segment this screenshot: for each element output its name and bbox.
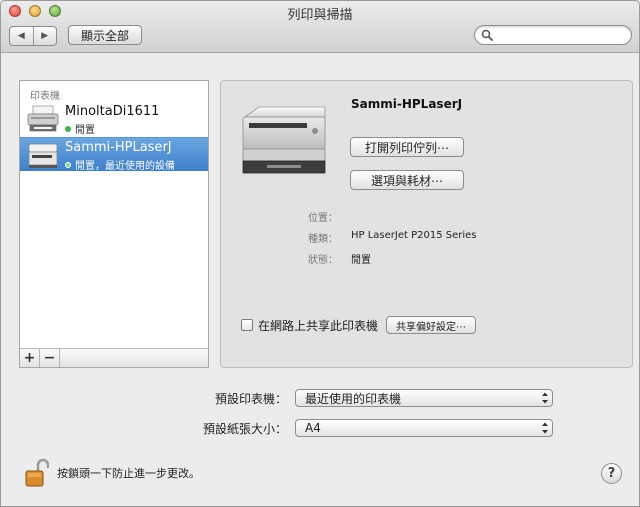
share-printer-label[interactable]: 在網路上共享此印表機 [258,317,378,334]
default-printer-value: 最近使用的印表機 [305,391,402,406]
status-dot-icon [65,161,71,168]
default-printer-label: 預設印表機： [214,392,287,406]
show-all-button[interactable]: 顯示全部 [68,25,142,45]
printer-detail-panel: Sammi-HPLaserJ 打開列印佇列⋯ 選項與耗材⋯ 位置： 種類： HP… [220,80,633,368]
search-input[interactable] [495,27,625,43]
location-label: 位置： [308,213,338,224]
lock-area: 按鎖頭一下防止進一步更改。 [25,458,200,488]
printer-status: 閒置 [65,121,95,136]
chevron-left-icon: ◀ [17,31,25,41]
printer-name: MinoltaDi1611 [65,104,160,119]
printer-list-item[interactable]: MinoltaDi1611 閒置 [20,102,208,136]
search-field[interactable] [474,25,632,45]
back-forward-control: ◀ ▶ [9,26,57,46]
default-paper-popup[interactable]: A4 [295,419,553,437]
printer-icon [28,143,58,168]
printer-name: Sammi-HPLaserJ [65,140,172,155]
chevron-right-icon: ▶ [41,31,49,41]
remove-printer-button[interactable]: − [40,349,60,367]
printer-list-header: 印表機 [30,91,60,102]
kind-value: HP LaserJet P2015 Series [351,230,477,241]
search-icon [481,29,493,41]
back-button[interactable]: ◀ [10,27,33,45]
default-paper-label: 預設紙張大小： [202,422,287,436]
kind-label: 種類： [308,234,338,245]
laser-printer-icon [242,106,326,174]
printer-list-item-selected[interactable]: Sammi-HPLaserJ 閒置，最近使用的設備 [20,137,208,172]
share-printer-row: 在網路上共享此印表機 共享偏好設定⋯ [241,316,477,334]
status-value: 閒置 [351,255,371,266]
lock-open-icon[interactable] [25,458,49,488]
options-supplies-button[interactable]: 選項與耗材⋯ [350,170,464,190]
printer-list-footer: + − [20,348,208,367]
printer-list: 印表機 MinoltaDi1611 閒置 Sammi-HPLaserJ 閒置，最… [19,80,209,368]
popup-arrows-icon [542,392,548,404]
add-printer-button[interactable]: + [20,349,40,367]
default-printer-popup[interactable]: 最近使用的印表機 [295,389,553,407]
share-printer-checkbox[interactable] [241,319,253,331]
printer-status-text: 閒置 [75,125,95,136]
status-dot-icon [65,125,71,132]
sharing-preferences-button[interactable]: 共享偏好設定⋯ [386,316,477,334]
forward-button[interactable]: ▶ [32,27,57,45]
window-title: 列印與掃描 [287,8,353,23]
printer-status-text: 閒置，最近使用的設備 [75,161,175,172]
help-button[interactable]: ? [601,463,622,484]
selected-printer-title: Sammi-HPLaserJ [351,97,463,111]
printer-icon [27,105,59,132]
preferences-window: 列印與掃描 ◀ ▶ 顯示全部 印表機 MinoltaDi1611 閒置 Samm… [0,0,640,507]
printer-status: 閒置，最近使用的設備 [65,157,175,172]
popup-arrows-icon [542,422,548,434]
status-label: 狀態： [308,255,338,266]
title-toolbar: 列印與掃描 ◀ ▶ 顯示全部 [1,1,639,53]
open-print-queue-button[interactable]: 打開列印佇列⋯ [350,137,464,157]
default-paper-value: A4 [305,421,321,435]
lock-message: 按鎖頭一下防止進一步更改。 [57,467,200,480]
